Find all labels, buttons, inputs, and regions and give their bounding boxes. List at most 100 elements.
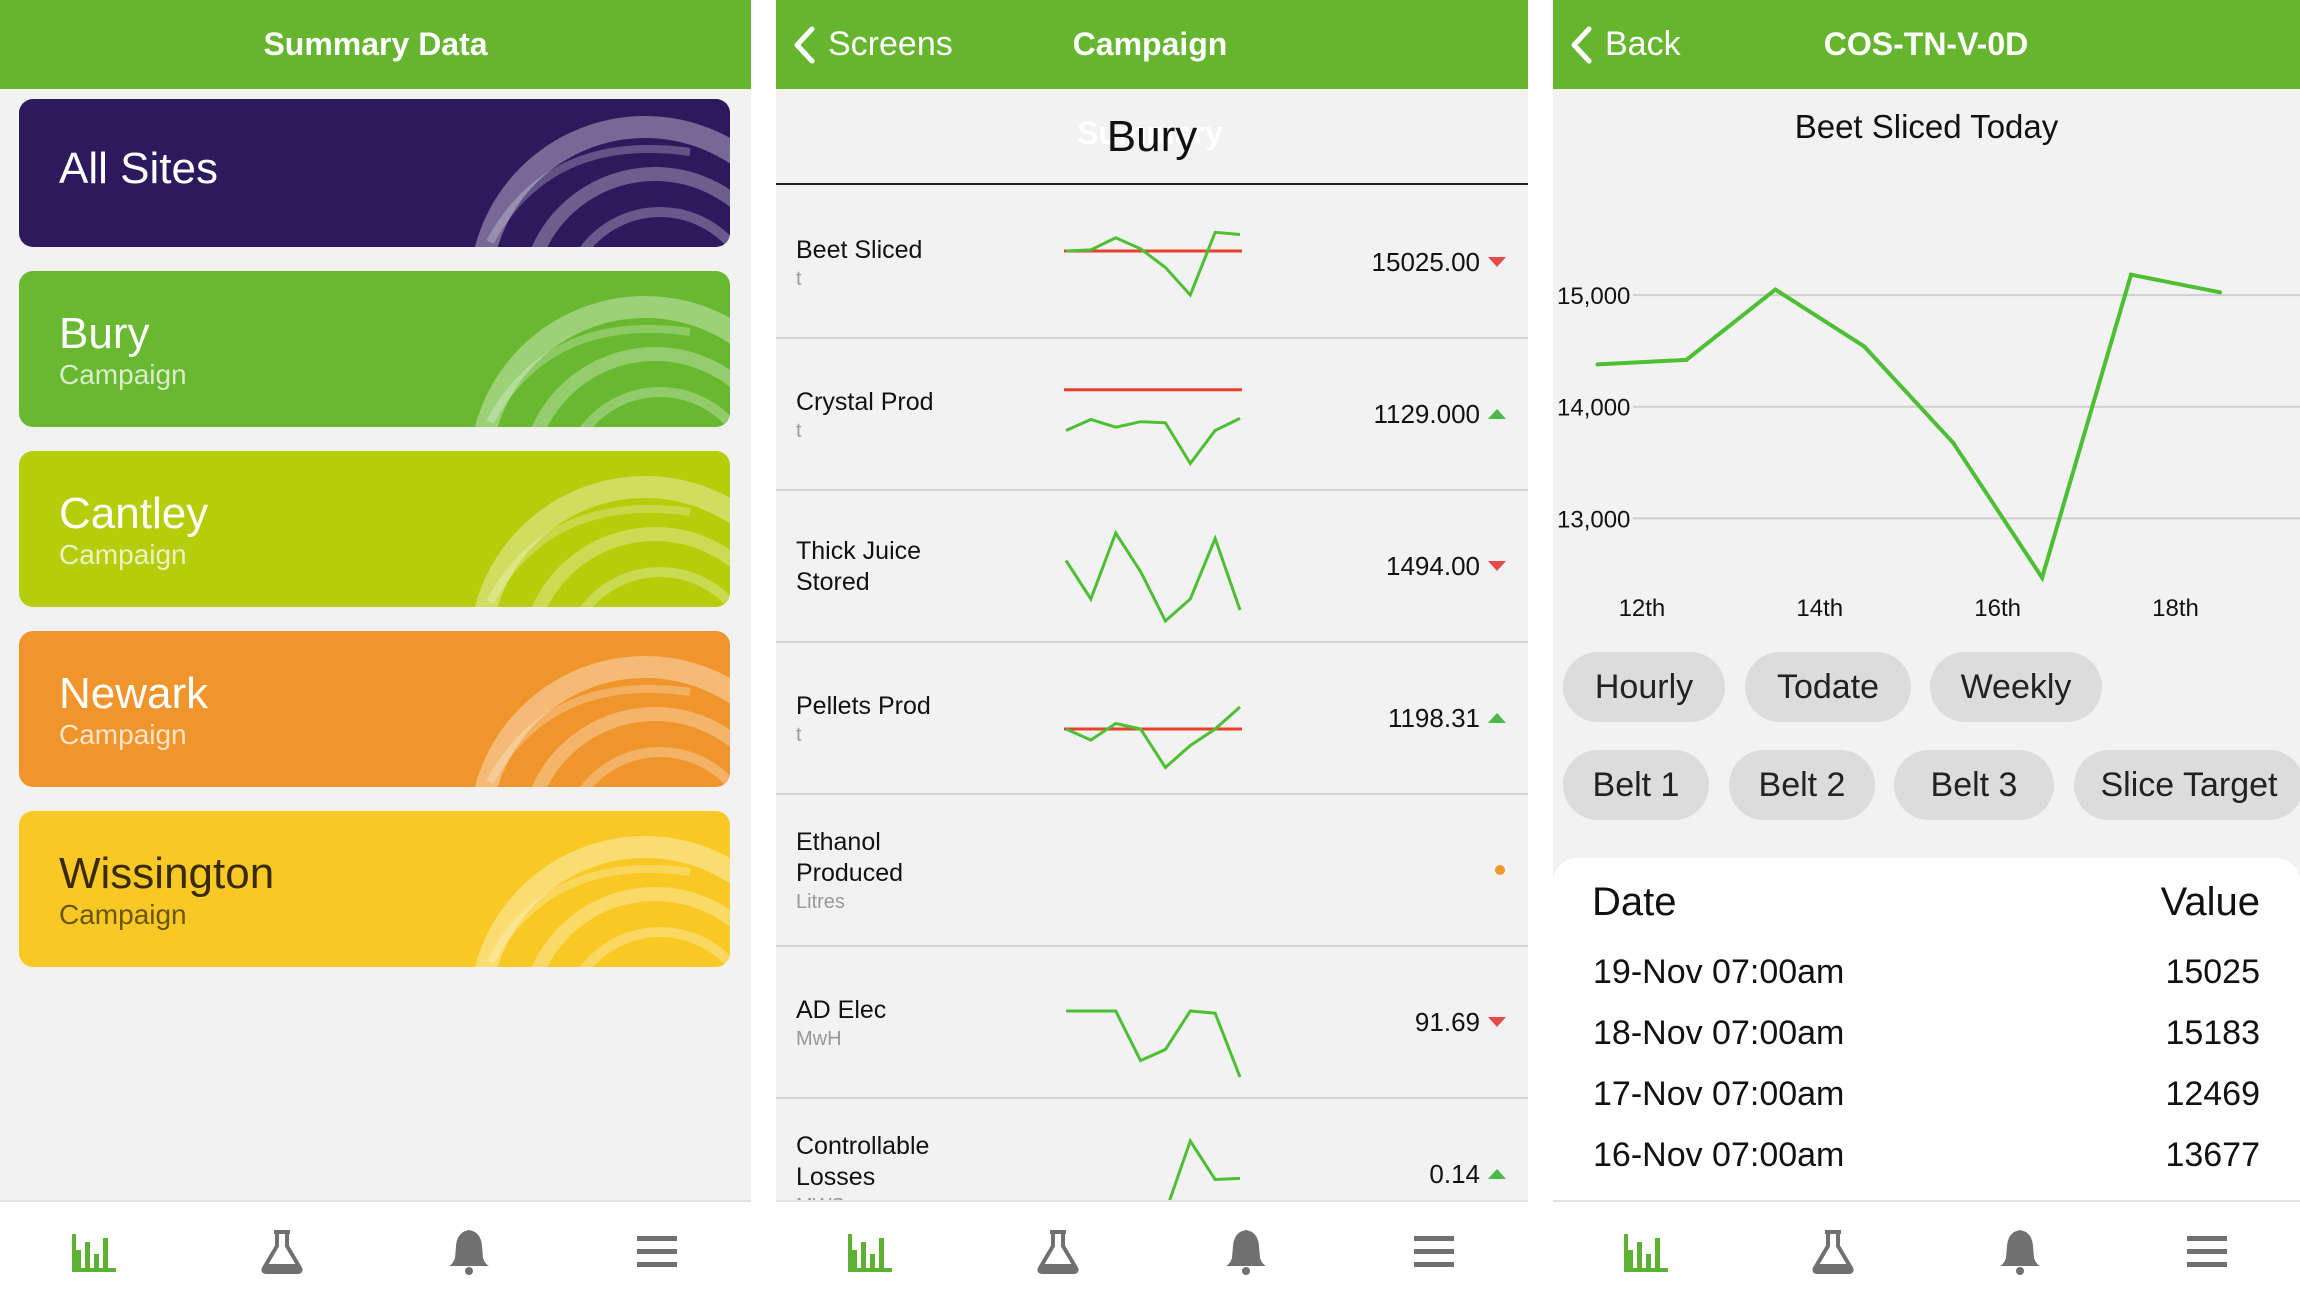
tab-bar-chart[interactable] bbox=[1553, 1202, 1740, 1297]
site-card[interactable]: Cantley Campaign bbox=[19, 451, 730, 607]
sparkline bbox=[1064, 705, 1242, 770]
swirl-logo-icon bbox=[474, 656, 730, 787]
card-subtitle: Campaign bbox=[59, 359, 187, 390]
status-dot-icon bbox=[1495, 865, 1505, 875]
swirl-logo-icon bbox=[474, 116, 730, 247]
back-button[interactable]: Screens bbox=[792, 0, 953, 89]
filter-button[interactable]: Todate bbox=[1745, 652, 1911, 722]
kpi-unit: MwH bbox=[796, 1028, 842, 1050]
filter-button[interactable]: Belt 2 bbox=[1729, 750, 1875, 820]
table-cell-value: 12469 bbox=[2165, 1075, 2260, 1113]
kpi-row[interactable]: Ethanol Produced Litres bbox=[776, 795, 1528, 947]
card-title: Newark bbox=[59, 669, 209, 718]
kpi-unit: t bbox=[796, 724, 802, 746]
kpi-value: 1494.00 bbox=[1386, 551, 1480, 581]
sparkline bbox=[1064, 805, 1244, 935]
kpi-name: Pellets Prod t bbox=[796, 691, 1036, 748]
sparkline bbox=[1064, 529, 1242, 624]
sparkline-series bbox=[1064, 529, 1242, 624]
filter-button[interactable]: Weekly bbox=[1930, 652, 2102, 722]
kpi-label: Beet Sliced bbox=[796, 236, 923, 264]
card-title: All Sites bbox=[59, 144, 218, 193]
value-header: Value bbox=[2160, 880, 2260, 924]
nav-title: Campaign Summary bbox=[1072, 26, 1228, 151]
summary-data-screen: Summary Data All Sites Bury Campaign Cantle… bbox=[0, 0, 751, 1297]
menu-icon bbox=[637, 1235, 678, 1267]
kpi-name: Crystal Prod t bbox=[796, 387, 1036, 444]
filter-button[interactable]: Belt 1 bbox=[1563, 750, 1709, 820]
kpi-row[interactable]: AD Elec MwH 91.69 bbox=[776, 947, 1528, 1099]
bar-chart-icon bbox=[848, 1233, 892, 1272]
table-cell-date: 17-Nov 07:00am bbox=[1593, 1075, 1845, 1113]
kpi-label: Pellets Prod bbox=[796, 692, 931, 720]
site-card[interactable]: Wissington Campaign bbox=[19, 811, 730, 967]
chevron-left-icon bbox=[1571, 26, 1592, 63]
tab-flask[interactable] bbox=[1740, 1202, 1927, 1297]
kpi-row[interactable]: Thick Juice Stored 1494.00 bbox=[776, 491, 1528, 643]
tab-bar-chart[interactable] bbox=[0, 1202, 188, 1297]
site-card[interactable]: All Sites bbox=[19, 99, 730, 247]
tab-menu[interactable] bbox=[1340, 1202, 1528, 1297]
data-point bbox=[1773, 287, 1778, 292]
sparkline bbox=[1064, 388, 1242, 467]
bell-icon bbox=[449, 1229, 490, 1275]
sparkline-series bbox=[1065, 417, 1241, 467]
data-point bbox=[1684, 357, 1689, 362]
kpi-value: 0.14 bbox=[1429, 1159, 1480, 1189]
tab-menu[interactable] bbox=[2113, 1202, 2300, 1297]
trend-down-icon bbox=[1488, 1017, 1506, 1027]
tab-bar bbox=[1553, 1200, 2300, 1297]
back-label: Back bbox=[1605, 25, 1681, 63]
back-button[interactable]: Back bbox=[1569, 0, 1681, 89]
kpi-label: AD Elec bbox=[796, 996, 887, 1024]
table-cell-date: 16-Nov 07:00am bbox=[1593, 1136, 1845, 1174]
card-title: Bury bbox=[59, 309, 150, 358]
bell-icon bbox=[1226, 1229, 1266, 1275]
series-line bbox=[1597, 272, 2221, 583]
x-tick-label: 12th bbox=[1619, 595, 1666, 622]
table-cell-date: 19-Nov 07:00am bbox=[1593, 953, 1845, 991]
data-point bbox=[2129, 272, 2134, 277]
campaign-summary-screen: Screens Campaign Summary Bury Beet Slice… bbox=[776, 0, 1528, 1297]
kpi-row[interactable]: Pellets Prod t 1198.31 bbox=[776, 643, 1528, 795]
site-card[interactable]: Bury Campaign bbox=[19, 271, 730, 427]
data-point bbox=[1951, 440, 1956, 445]
kpi-label: Crystal Prod bbox=[796, 388, 934, 416]
line-chart: 13,000 14,000 15,000 12th 14th 16th 18th bbox=[1557, 272, 2300, 622]
card-subtitle: Campaign bbox=[59, 719, 187, 750]
kpi-name: Beet Sliced t bbox=[796, 235, 1036, 292]
y-tick-label: 15,000 bbox=[1557, 283, 1630, 310]
tab-bar-chart[interactable] bbox=[776, 1202, 964, 1297]
tab-flask[interactable] bbox=[188, 1202, 376, 1297]
tab-bell[interactable] bbox=[376, 1202, 564, 1297]
bar-chart-icon bbox=[71, 1233, 116, 1272]
date-header: Date bbox=[1592, 880, 1677, 924]
nav-bar: Back COS-TN-V-0D bbox=[1553, 0, 2300, 89]
site-header: Bury bbox=[776, 89, 1528, 185]
kpi-unit: Litres bbox=[796, 891, 845, 913]
tab-bell[interactable] bbox=[1152, 1202, 1340, 1297]
kpi-value: 91.69 bbox=[1414, 1007, 1480, 1037]
card-title: Wissington bbox=[59, 849, 275, 898]
kpi-unit: t bbox=[796, 268, 802, 290]
kpi-row[interactable]: Beet Sliced t 15025.00 bbox=[776, 187, 1528, 339]
card-subtitle: Campaign bbox=[59, 899, 187, 930]
filter-button[interactable]: Belt 3 bbox=[1894, 750, 2054, 820]
data-point bbox=[2040, 575, 2045, 580]
chart-title: Beet Sliced Today bbox=[1794, 108, 2059, 145]
filter-button[interactable]: Slice Target bbox=[2074, 750, 2300, 820]
chevron-left-icon bbox=[794, 26, 815, 63]
table-cell-value: 15183 bbox=[2165, 1014, 2260, 1052]
tab-bell[interactable] bbox=[1927, 1202, 2114, 1297]
site-card[interactable]: Newark Campaign bbox=[19, 631, 730, 787]
kpi-label: Ethanol Produced bbox=[796, 828, 904, 887]
tab-flask[interactable] bbox=[964, 1202, 1152, 1297]
bar-chart-icon bbox=[1624, 1233, 1669, 1272]
tab-menu[interactable] bbox=[563, 1202, 751, 1297]
table-cell-value: 13677 bbox=[2165, 1136, 2260, 1174]
trend-down-icon bbox=[1488, 257, 1506, 267]
kpi-row[interactable]: Crystal Prod t 1129.000 bbox=[776, 339, 1528, 491]
filter-button[interactable]: Hourly bbox=[1563, 652, 1725, 722]
table-cell-value: 15025 bbox=[2165, 953, 2260, 991]
swirl-logo-icon bbox=[474, 836, 730, 967]
